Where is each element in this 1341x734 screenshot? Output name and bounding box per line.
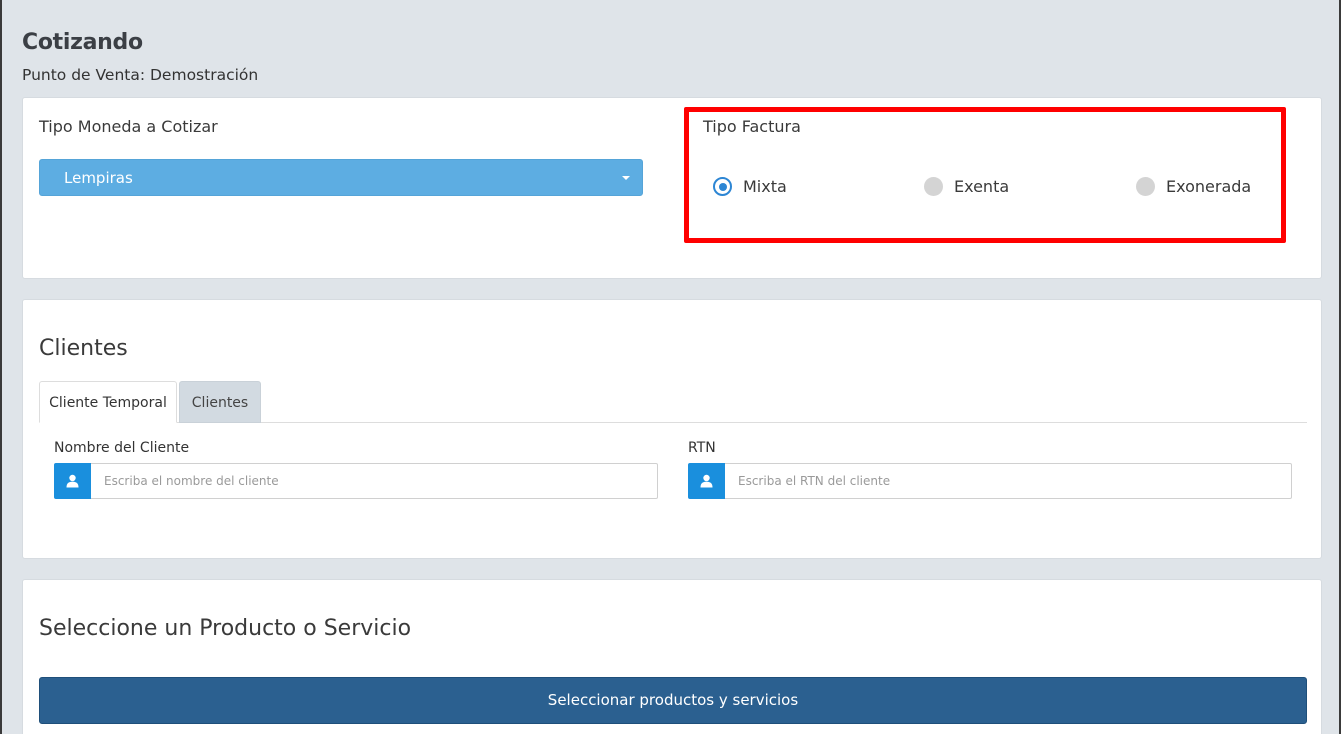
invoice-type-label: Tipo Factura: [703, 117, 801, 136]
rtn-label: RTN: [688, 440, 716, 456]
client-name-label: Nombre del Cliente: [54, 440, 190, 456]
user-icon: [54, 463, 91, 499]
tab-cliente-temporal[interactable]: Cliente Temporal: [39, 381, 177, 423]
page-title: Cotizando: [22, 30, 143, 55]
clients-title: Clientes: [39, 336, 128, 361]
select-products-button[interactable]: Seleccionar productos y servicios: [39, 677, 1307, 724]
products-panel: Seleccione un Producto o Servicio Selecc…: [22, 579, 1322, 734]
currency-invoice-panel: Tipo Moneda a Cotizar Lempiras Tipo Fact…: [22, 97, 1322, 279]
radio-label: Exenta: [954, 177, 1010, 196]
tab-clientes[interactable]: Clientes: [179, 381, 261, 423]
caret-down-icon: [622, 176, 630, 180]
radio-unchecked-icon[interactable]: [1136, 177, 1155, 196]
client-name-group: [54, 463, 658, 499]
radio-label: Exonerada: [1166, 177, 1252, 196]
page-subtitle: Punto de Venta: Demostración: [22, 66, 259, 84]
client-name-input[interactable]: [91, 463, 658, 499]
currency-label: Tipo Moneda a Cotizar: [39, 117, 218, 136]
products-title: Seleccione un Producto o Servicio: [39, 616, 412, 641]
clients-panel: Clientes Cliente Temporal Clientes Nombr…: [22, 299, 1322, 559]
currency-select[interactable]: Lempiras: [39, 159, 643, 196]
radio-exonerada[interactable]: Exonerada: [1136, 177, 1251, 196]
radio-mixta[interactable]: Mixta: [713, 177, 787, 196]
radio-label: Mixta: [743, 177, 787, 196]
currency-select-value: Lempiras: [64, 169, 133, 187]
window-frame-left: [0, 0, 2, 734]
radio-exenta[interactable]: Exenta: [924, 177, 1009, 196]
radio-unchecked-icon[interactable]: [924, 177, 943, 196]
user-icon: [688, 463, 725, 499]
rtn-group: [688, 463, 1292, 499]
radio-checked-icon[interactable]: [713, 177, 732, 196]
rtn-input[interactable]: [725, 463, 1292, 499]
